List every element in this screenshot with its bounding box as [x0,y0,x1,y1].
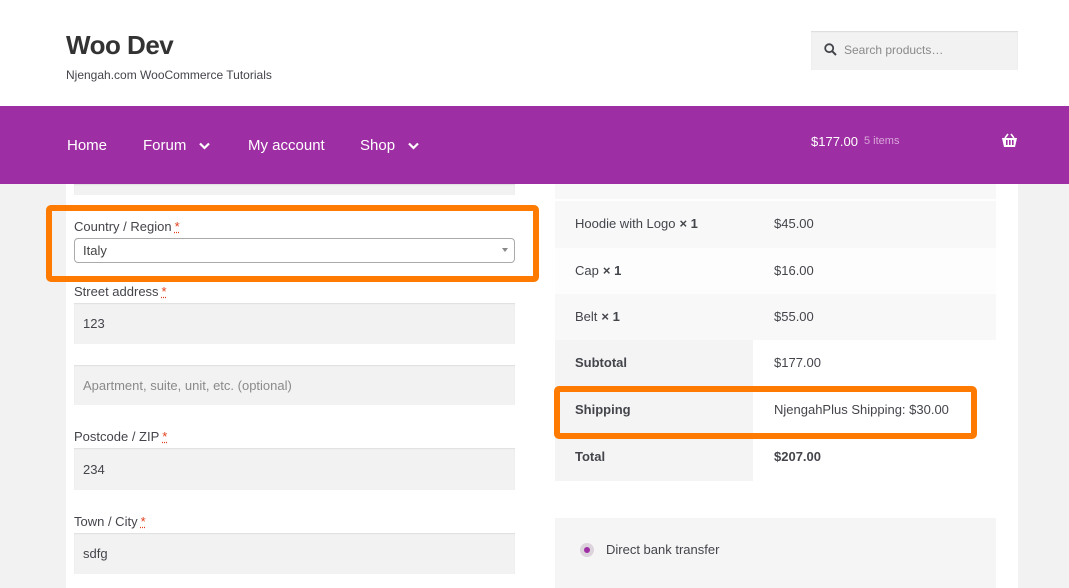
order-item-row: Hoodie with Logo × 1 $45.00 [555,201,996,248]
site-tagline: Njengah.com WooCommerce Tutorials [66,68,272,82]
city-label: Town / City * [74,514,146,529]
nav-item-forum[interactable]: Forum [143,137,211,154]
cart-total[interactable]: $177.00 [811,134,858,149]
nav-item-label: Shop [360,137,396,154]
street-label-text: Street address [74,284,159,299]
site-header: Woo Dev Njengah.com WooCommerce Tutorial… [0,0,1069,106]
nav-item-home[interactable]: Home [67,137,107,154]
radio-selected-icon[interactable] [580,542,594,557]
order-item-name: Belt × 1 [575,309,620,324]
cart-count[interactable]: 5 items [864,135,899,147]
subtotal-label: Subtotal [575,355,627,370]
subtotal-row: Subtotal $177.00 [555,340,996,387]
primary-navigation: Home Forum My account Shop $177.00 5 ite… [0,106,1069,184]
previous-field-input[interactable] [74,184,515,195]
postcode-label-text: Postcode / ZIP [74,429,160,444]
order-item-price: $45.00 [774,216,814,231]
product-qty: × 1 [602,263,622,278]
product-name: Belt [575,309,598,324]
nav-item-label: Home [67,137,108,154]
order-item-name: Cap × 1 [575,263,621,278]
postcode-label: Postcode / ZIP * [74,429,167,444]
radio-dot [584,546,590,553]
required-marker: * [161,284,167,299]
payment-option-bacs[interactable]: Direct bank transfer [580,542,719,557]
product-name: Cap [575,263,599,278]
search-icon [824,43,837,61]
site-title[interactable]: Woo Dev [66,30,174,61]
product-qty: × 1 [601,309,620,324]
street-label: Street address * [74,284,167,299]
city-input[interactable]: sdfg [74,533,515,574]
postcode-input[interactable]: 234 [74,448,515,490]
product-name: Hoodie with Logo [575,216,676,231]
highlight-country [46,205,539,282]
city-label-text: Town / City [74,514,138,529]
product-qty: × 1 [679,216,698,231]
subtotal-value: $177.00 [774,355,821,370]
order-item-row: Belt × 1 $55.00 [555,294,996,341]
order-item-price: $16.00 [774,263,814,278]
nav-item-my-account[interactable]: My account [248,137,325,154]
street-address-input[interactable]: 123 [74,303,515,344]
payment-methods: Direct bank transfer [555,518,996,588]
order-item-name: Hoodie with Logo × 1 [575,216,698,231]
basket-icon[interactable] [1001,133,1018,153]
street-address-2-input[interactable]: Apartment, suite, unit, etc. (optional) [74,365,515,405]
required-marker: * [140,514,146,529]
order-item-price: $55.00 [774,309,814,324]
total-label: Total [575,449,606,464]
search-placeholder: Search products… [844,43,944,57]
total-value: $207.00 [774,449,821,464]
page-background-right [1018,184,1069,588]
required-marker: * [162,429,168,444]
order-table-top [555,184,996,199]
nav-item-shop[interactable]: Shop [360,137,419,154]
search-input[interactable]: Search products… [811,31,1018,70]
payment-method-label[interactable]: Direct bank transfer [606,542,719,557]
order-item-row: Cap × 1 $16.00 [555,248,996,295]
total-row: Total $207.00 [555,434,996,481]
highlight-shipping [554,386,977,439]
chevron-down-icon[interactable] [199,137,211,154]
nav-item-label: Forum [143,137,187,154]
nav-item-label: My account [248,137,325,154]
chevron-down-icon[interactable] [408,137,419,154]
